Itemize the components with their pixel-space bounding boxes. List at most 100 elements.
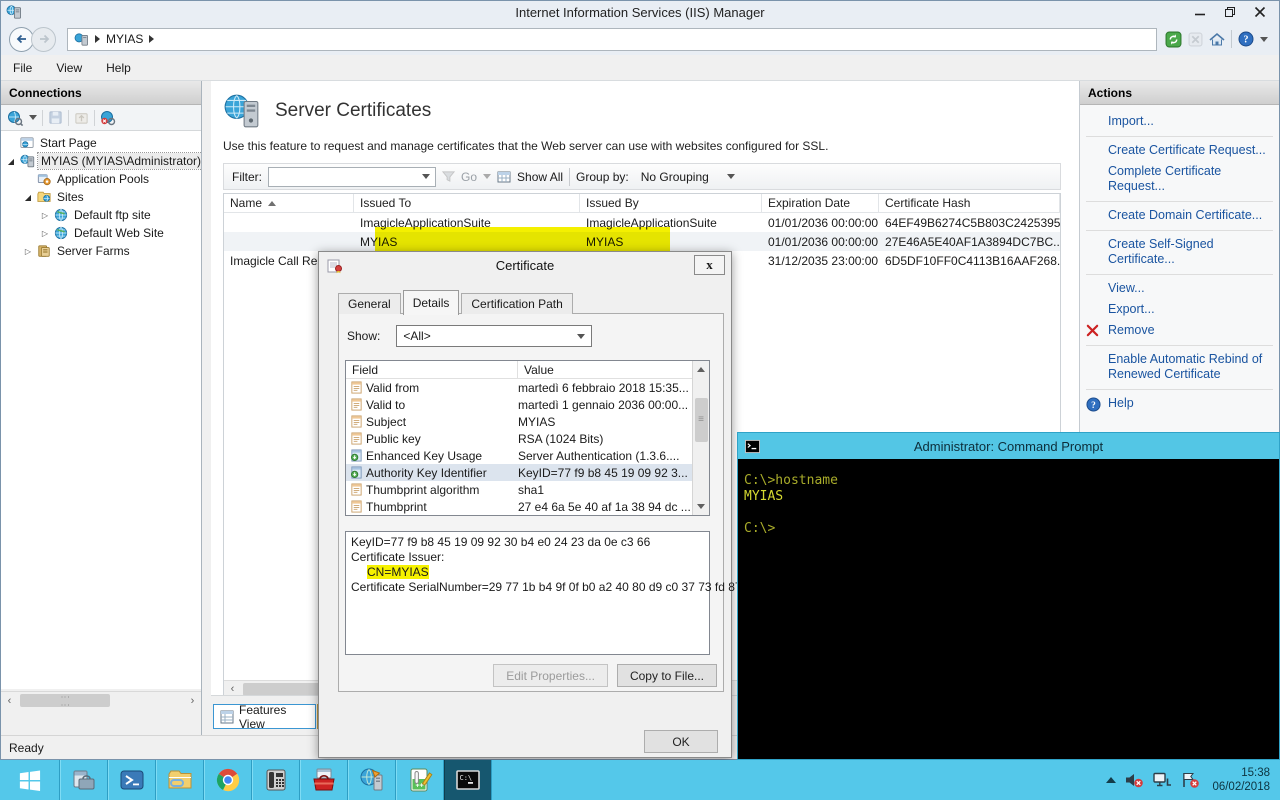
tab-details[interactable]: Details (403, 290, 460, 315)
ok-button[interactable]: OK (644, 730, 718, 753)
group-by-select[interactable]: No Grouping (635, 168, 741, 186)
tree-item[interactable]: Application Pools (1, 170, 201, 188)
taskbar-app-button[interactable] (348, 760, 396, 800)
tree-expander-icon[interactable] (5, 157, 17, 166)
show-select[interactable]: <All> (396, 325, 592, 347)
terminal-body[interactable]: C:\>hostnameMYIASC:\> (738, 459, 1279, 759)
field-row[interactable]: Authority Key Identifier KeyID=77 f9 b8 … (346, 464, 709, 481)
stop-button[interactable] (1188, 32, 1203, 47)
restore-button[interactable] (1215, 1, 1245, 23)
breadcrumb-arrow-icon[interactable] (95, 35, 100, 43)
field-row[interactable]: Public key RSA (1024 Bits) (346, 430, 709, 447)
breadcrumb-server[interactable]: MYIAS (106, 32, 143, 46)
taskbar-app-button[interactable] (252, 760, 300, 800)
taskbar-app-button[interactable] (300, 760, 348, 800)
column-expiration[interactable]: Expiration Date (762, 194, 879, 212)
menu-item[interactable]: File (1, 57, 44, 79)
refresh-button[interactable] (1165, 31, 1182, 48)
close-button[interactable] (1245, 1, 1275, 23)
column-name[interactable]: Name (224, 194, 354, 212)
taskbar-app-button[interactable] (108, 760, 156, 800)
home-button[interactable] (1209, 32, 1225, 47)
action-center-flag-icon[interactable] (1180, 771, 1200, 789)
scroll-down-icon[interactable] (697, 504, 705, 509)
column-field[interactable]: Field (346, 361, 518, 378)
go-button[interactable]: Go (461, 170, 477, 184)
minimize-button[interactable] (1185, 1, 1215, 23)
action-item[interactable]: Remove (1086, 320, 1273, 341)
highlight-annotation (375, 227, 670, 252)
column-issued-to[interactable]: Issued To (354, 194, 580, 212)
taskbar-app-button[interactable]: ++ (396, 760, 444, 800)
breadcrumb-arrow-icon[interactable] (149, 35, 154, 43)
menu-item[interactable]: Help (94, 57, 143, 79)
action-item[interactable]: Create Domain Certificate... (1086, 201, 1273, 226)
scrollbar-thumb[interactable] (695, 398, 708, 442)
tree-item[interactable]: Server Farms (1, 242, 201, 260)
tree-item[interactable]: Default ftp site (1, 206, 201, 224)
column-hash[interactable]: Certificate Hash (879, 194, 1060, 212)
tray-expand-icon[interactable] (1106, 777, 1116, 783)
action-item[interactable]: Enable Automatic Rebind of Renewed Certi… (1086, 345, 1273, 385)
taskbar-app-button[interactable] (60, 760, 108, 800)
tree-item[interactable]: Start Page (1, 134, 201, 152)
create-connection-icon[interactable] (7, 110, 24, 126)
create-connection-caret[interactable] (29, 115, 37, 120)
delete-connection-icon[interactable] (100, 110, 117, 126)
taskbar-app-button[interactable] (204, 760, 252, 800)
action-item[interactable]: ? Help (1086, 389, 1273, 415)
field-row[interactable]: Enhanced Key Usage Server Authentication… (346, 447, 709, 464)
filter-input[interactable] (268, 167, 436, 187)
scroll-right-icon[interactable]: › (184, 692, 201, 709)
show-all-button[interactable]: Show All (517, 170, 563, 184)
tab-general[interactable]: General (338, 293, 401, 314)
connections-toolbar (1, 105, 201, 131)
tree-expander-icon[interactable] (39, 211, 51, 220)
save-connections-icon[interactable] (48, 110, 63, 125)
scroll-up-icon[interactable] (697, 367, 705, 372)
field-row[interactable]: Valid from martedì 6 febbraio 2018 15:35… (346, 379, 709, 396)
action-item[interactable]: Create Certificate Request... (1086, 136, 1273, 161)
go-caret[interactable] (483, 174, 491, 179)
help-dropdown-caret[interactable] (1260, 37, 1268, 42)
start-button[interactable] (0, 760, 60, 800)
network-icon[interactable] (1152, 771, 1172, 789)
fields-vscrollbar[interactable] (692, 361, 709, 515)
volume-muted-icon[interactable] (1124, 771, 1144, 789)
tree-expander-icon[interactable] (39, 229, 51, 238)
edit-properties-button[interactable]: Edit Properties... (493, 664, 608, 687)
field-row[interactable]: Thumbprint algorithm sha1 (346, 481, 709, 498)
action-item[interactable]: Export... (1086, 299, 1273, 320)
column-issued-by[interactable]: Issued By (580, 194, 762, 212)
action-item[interactable]: Import... (1086, 111, 1273, 132)
help-button[interactable]: ? (1238, 31, 1254, 47)
certificate-dialog: Certificate x General Details Certificat… (318, 251, 732, 758)
dialog-close-button[interactable]: x (694, 255, 725, 275)
taskbar-app-button[interactable]: C:\ (444, 760, 492, 800)
connections-hscrollbar[interactable]: ‹ › (1, 691, 201, 709)
breadcrumb[interactable]: MYIAS (67, 28, 1157, 51)
forward-button[interactable] (31, 27, 56, 52)
scrollbar-thumb[interactable] (20, 694, 110, 707)
field-row[interactable]: Subject MYIAS (346, 413, 709, 430)
tab-features-view[interactable]: Features View (213, 704, 316, 729)
field-row[interactable]: Thumbprint 27 e4 6a 5e 40 af 1a 38 94 dc… (346, 498, 709, 515)
tree-expander-icon[interactable] (22, 247, 34, 256)
tree-expander-icon[interactable] (22, 193, 34, 202)
tray-clock[interactable]: 15:38 06/02/2018 (1208, 766, 1270, 794)
up-connection-icon[interactable] (74, 110, 89, 125)
action-item[interactable]: View... (1086, 274, 1273, 299)
taskbar-app-button[interactable] (156, 760, 204, 800)
menu-item[interactable]: View (44, 57, 94, 79)
tree-item[interactable]: Default Web Site (1, 224, 201, 242)
tree-item[interactable]: Sites (1, 188, 201, 206)
copy-to-file-button[interactable]: Copy to File... (617, 664, 717, 687)
action-item[interactable]: Create Self-Signed Certificate... (1086, 230, 1273, 270)
tree-item[interactable]: MYIAS (MYIAS\Administrator) (1, 152, 201, 170)
action-item[interactable]: Complete Certificate Request... (1086, 161, 1273, 197)
tab-certification-path[interactable]: Certification Path (461, 293, 572, 314)
scroll-left-icon[interactable]: ‹ (1, 692, 18, 709)
column-value[interactable]: Value (518, 361, 560, 378)
app-icon: C:\ (455, 767, 481, 793)
field-row[interactable]: Valid to martedì 1 gennaio 2036 00:00... (346, 396, 709, 413)
